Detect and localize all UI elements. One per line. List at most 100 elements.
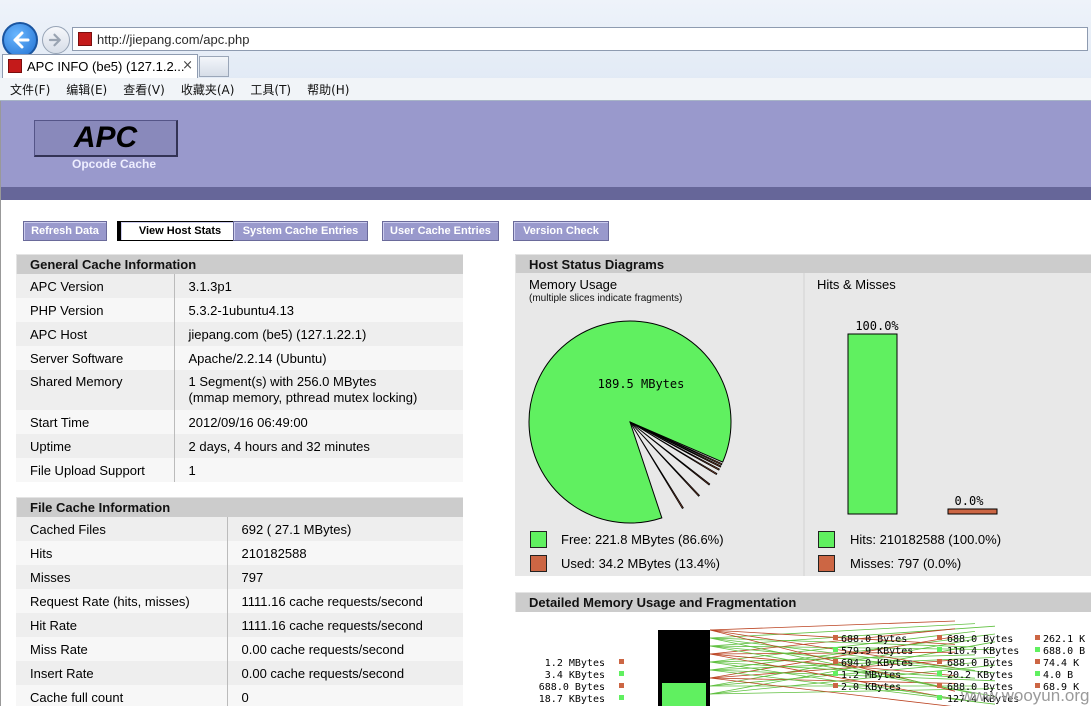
new-tab-button[interactable] [199,56,229,77]
fragment-label: 688.0 Bytes [841,634,907,645]
file-cache-title: File Cache Information [16,497,463,517]
fragment-label: 688.0 Bytes [947,658,1013,669]
fragment-label: 1.2 MBytes [841,670,901,681]
address-bar[interactable]: http://jiepang.com/apc.php [72,27,1088,51]
hits-misses-bar-chart: 100.0% 0.0% [847,319,998,515]
row-key: Server Software [30,350,124,366]
refresh-data-button[interactable]: Refresh Data [23,221,107,241]
view-host-stats-button[interactable]: View Host Stats [117,221,240,241]
fragment-marker [1035,659,1040,664]
row-key: Cache full count [30,689,124,705]
row-key: Start Time [30,414,90,430]
row-key: Request Rate (hits, misses) [30,593,190,609]
fragment-marker [833,647,838,652]
fragment-marker [937,659,942,664]
row-key: APC Host [30,326,88,342]
fragment-label: 688.0 Bytes [947,634,1013,645]
memory-usage-cell: Memory Usage (multiple slices indicate f… [515,273,803,576]
fragment-label: 579.9 KBytes [841,646,913,657]
tab-apc-info[interactable]: APC INFO (be5) (127.1.2... × [2,54,198,78]
tab-close-icon[interactable]: × [182,58,193,73]
fragment-marker [833,659,838,664]
hits-swatch [818,531,835,548]
menu-favorites[interactable]: 收藏夹(A) [181,81,235,98]
fragment-marker [937,671,942,676]
fragment-label: 3.4 KBytes [545,670,605,681]
row-value: 1111.16 cache requests/second [241,593,423,609]
fragment-label: 688.0 Bytes [539,682,605,693]
user-cache-entries-button[interactable]: User Cache Entries [382,221,499,241]
free-swatch [530,531,547,548]
row-key: Hit Rate [30,617,77,633]
table-row: APC Host jiepang.com (be5) (127.1.22.1) [16,322,463,346]
menu-edit[interactable]: 编辑(E) [66,81,107,98]
host-status-title: Host Status Diagrams [515,254,1091,274]
fragment-label: 694.0 KBytes [841,658,913,669]
browser-chrome: http://jiepang.com/apc.php APC INFO (be5… [0,0,1091,101]
forward-button[interactable] [42,26,70,54]
row-key: PHP Version [30,302,104,318]
fragment-free-block [662,683,706,706]
fragment-marker [833,683,838,688]
fragment-marker [937,695,942,700]
apc-logo[interactable]: APC [34,120,178,157]
fragment-label: 4.0 B [1043,670,1073,681]
menu-tools[interactable]: 工具(T) [250,81,291,98]
table-row: Server Software Apache/2.2.14 (Ubuntu) [16,346,463,370]
free-legend: Free: 221.8 MBytes (86.6%) [561,532,724,547]
header-divider [1,187,1091,200]
row-key: File Upload Support [30,462,145,478]
general-cache-table: APC Version 3.1.3p1 PHP Version 5.3.2-1u… [16,274,463,482]
table-row: Hit Rate 1111.16 cache requests/second [16,613,463,637]
misses-legend: Misses: 797 (0.0%) [850,556,962,571]
table-row: PHP Version 5.3.2-1ubuntu4.13 [16,298,463,322]
back-button[interactable] [2,22,38,58]
fragmentation-title: Detailed Memory Usage and Fragmentation [515,592,1091,612]
apc-header: APC Opcode Cache [1,101,1091,187]
menu-bar: 文件(F) 编辑(E) 查看(V) 收藏夹(A) 工具(T) 帮助(H) [0,78,1091,100]
row-key: Miss Rate [30,641,88,657]
row-value: 0.00 cache requests/second [241,641,405,657]
tab-title: APC INFO (be5) (127.1.2... [27,59,185,74]
row-value: 2 days, 4 hours and 32 minutes [188,438,370,454]
table-row: APC Version 3.1.3p1 [16,274,463,298]
site-favicon-icon [78,32,92,46]
fragment-marker [1035,647,1040,652]
table-row: Uptime 2 days, 4 hours and 32 minutes [16,434,463,458]
memory-usage-note: (multiple slices indicate fragments) [529,293,683,304]
hits-misses-heading: Hits & Misses [817,277,896,292]
row-value: 797 [241,569,264,585]
row-key: Cached Files [30,521,106,537]
table-row: Cached Files 692 ( 27.1 MBytes) [16,517,463,541]
row-value: 1 Segment(s) with 256.0 MBytes (mmap mem… [189,370,464,410]
logo-title: APC [73,121,138,154]
menu-view[interactable]: 查看(V) [123,81,165,98]
table-row: Insert Rate 0.00 cache requests/second [16,661,463,685]
memory-pie-chart: 189.5 MBytes [528,320,732,524]
menu-file[interactable]: 文件(F) [10,81,50,98]
misses-bar [947,508,998,515]
row-value: jiepang.com (be5) (127.1.22.1) [188,326,367,342]
misses-pct-label: 0.0% [955,494,985,508]
used-legend: Used: 34.2 MBytes (13.4%) [561,556,720,571]
used-swatch [530,555,547,572]
fragment-marker [619,683,624,688]
row-value: 1111.16 cache requests/second [241,617,423,633]
system-cache-entries-button[interactable]: System Cache Entries [233,221,368,241]
apc-page: APC Opcode Cache Refresh Data View Host … [0,101,1091,706]
table-row: Miss Rate 0.00 cache requests/second [16,637,463,661]
url-text[interactable]: http://jiepang.com/apc.php [97,32,250,47]
arrow-left-icon [13,31,30,49]
row-value: 1 [188,462,196,478]
fragment-marker [833,671,838,676]
fragment-label: 20.2 KBytes [947,670,1013,681]
row-value: 0.00 cache requests/second [241,665,405,681]
shared-memory-line2: (mmap memory, pthread mutex locking) [188,390,418,405]
row-key: Misses [30,569,71,585]
tab-bar: APC INFO (be5) (127.1.2... × [0,54,1091,78]
host-status-diagrams: Memory Usage (multiple slices indicate f… [515,273,1091,576]
fragment-marker [619,671,624,676]
table-row: Misses 797 [16,565,463,589]
version-check-button[interactable]: Version Check [513,221,609,241]
menu-help[interactable]: 帮助(H) [307,81,349,98]
